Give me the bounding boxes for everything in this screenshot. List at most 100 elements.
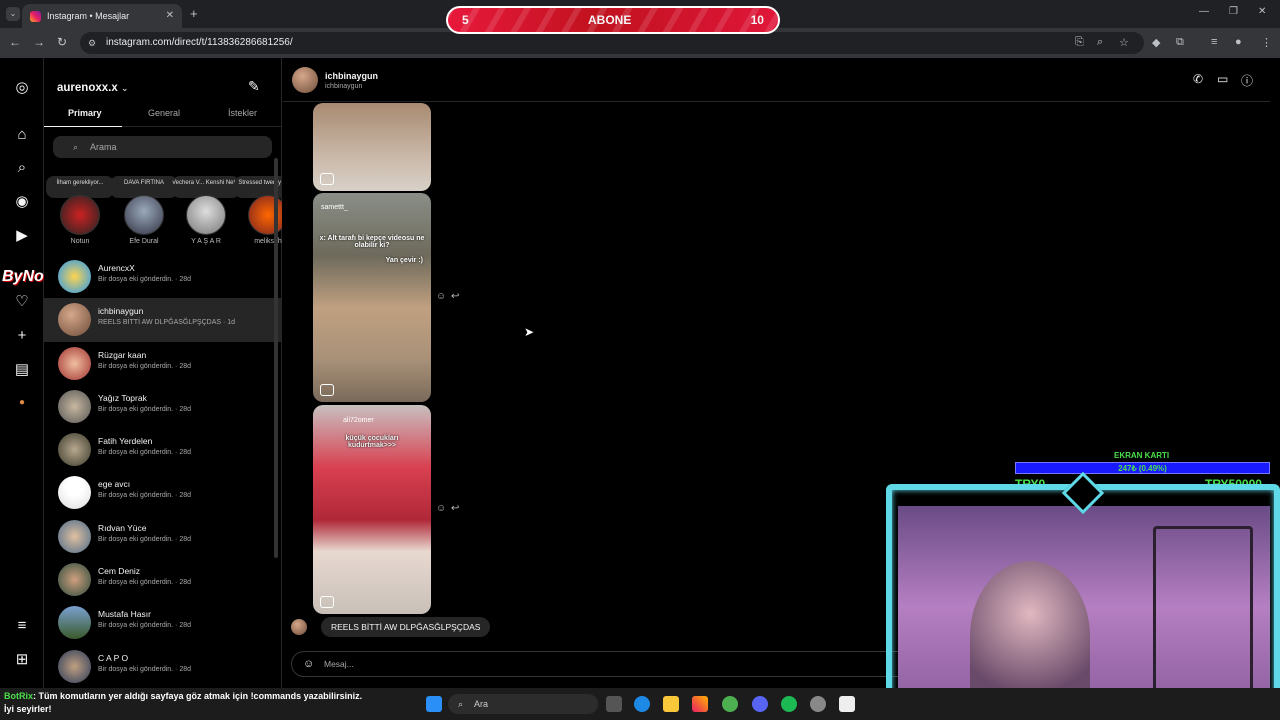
windows-start-icon[interactable] bbox=[426, 696, 442, 712]
goal-label: ABONE bbox=[587, 13, 632, 27]
new-tab-icon[interactable]: + bbox=[190, 6, 198, 21]
chrome-icon[interactable] bbox=[722, 696, 738, 712]
media-icon[interactable]: ≡ bbox=[1211, 36, 1217, 48]
minimize-icon[interactable]: — bbox=[1199, 6, 1209, 17]
react-emoji-icon[interactable]: ☺ bbox=[436, 503, 446, 514]
tab-primary[interactable]: Primary bbox=[68, 108, 102, 118]
taskbar-search[interactable]: ⌕ Ara bbox=[448, 694, 598, 714]
conversation-name: Rıdvan Yüce bbox=[98, 522, 147, 533]
more-menu-icon[interactable]: ≡ bbox=[12, 616, 32, 636]
profile-icon[interactable]: ● bbox=[1235, 36, 1242, 48]
info-icon[interactable]: ⓘ bbox=[1241, 72, 1253, 89]
search-icon[interactable]: ⌕ bbox=[12, 158, 32, 178]
apps-icon[interactable]: ⊞ bbox=[12, 650, 32, 670]
message-bubble[interactable]: REELS BİTTİ AW DLPĞASĞLPŞÇDAS bbox=[321, 617, 491, 637]
edge-icon[interactable] bbox=[634, 696, 650, 712]
close-tab-icon[interactable]: ✕ bbox=[166, 10, 174, 21]
dashboard-icon[interactable]: ▤ bbox=[12, 360, 32, 380]
tab-search-icon[interactable]: ⌄ bbox=[6, 7, 20, 21]
note-name: Efe Dural bbox=[129, 238, 159, 245]
bookmark-star-icon[interactable]: ☆ bbox=[1119, 36, 1129, 49]
conversation-row[interactable]: Mustafa Hasır Bir dosya eki gönderdin. ·… bbox=[44, 601, 282, 644]
profile-avatar-icon[interactable]: ● bbox=[12, 393, 32, 413]
reload-icon[interactable]: ↻ bbox=[57, 35, 67, 49]
menu-dots-icon[interactable]: ⋮ bbox=[1261, 36, 1272, 49]
site-info-icon[interactable]: ⚙ bbox=[88, 38, 96, 49]
chevron-down-icon: ⌄ bbox=[120, 83, 129, 93]
conversation-name: Cem Deniz bbox=[98, 566, 141, 577]
phone-icon[interactable]: ✆ bbox=[1193, 72, 1203, 86]
avatar bbox=[58, 260, 91, 293]
puzzle-icon[interactable]: ⧉ bbox=[1176, 36, 1184, 49]
reel-attachment[interactable] bbox=[313, 103, 431, 191]
close-window-icon[interactable]: ✕ bbox=[1258, 6, 1266, 17]
reel-attachment[interactable]: samettt_ x: Alt tarafı bi kepçe videosu … bbox=[313, 193, 431, 402]
account-username: aurenoxx.x bbox=[57, 82, 118, 94]
message-placeholder: Mesaj... bbox=[324, 659, 354, 669]
avatar bbox=[58, 476, 91, 510]
reel-attachment[interactable]: ali72omer küçük çocukları kudurtmak>>> bbox=[313, 405, 431, 614]
reel-username: ali72omer bbox=[343, 417, 374, 424]
note-item[interactable]: İlham gerekliyor... Notun bbox=[46, 176, 114, 245]
browser-tab[interactable]: Instagram • Mesajlar ✕ bbox=[22, 4, 182, 28]
url-field[interactable]: instagram.com/direct/t/113836286681256/ bbox=[80, 32, 1144, 54]
reels-icon[interactable]: ▶ bbox=[12, 226, 32, 246]
gpu-goal-bar: 247₺ (0.49%) bbox=[1015, 462, 1270, 474]
tab-requests[interactable]: İstekler bbox=[228, 108, 257, 118]
note-item[interactable]: DAVA FIRTINA Efe Dural bbox=[110, 176, 178, 245]
file-explorer-icon[interactable] bbox=[663, 696, 679, 712]
app-icon[interactable] bbox=[839, 696, 855, 712]
avatar bbox=[58, 433, 91, 467]
reel-icon bbox=[320, 596, 334, 608]
instagram-logo-icon[interactable]: ◎ bbox=[12, 78, 32, 98]
zoom-icon[interactable]: ⌕ bbox=[1097, 36, 1103, 49]
conversation-row-selected[interactable]: ichbinaygun REELS BİTTİ AW DLPĞASĞLPŞÇDA… bbox=[44, 298, 282, 342]
reel-username: samettt_ bbox=[321, 204, 348, 211]
forward-icon[interactable]: → bbox=[33, 35, 45, 49]
conversation-row[interactable]: Cem Deniz Bir dosya eki gönderdin. · 28d bbox=[44, 558, 282, 601]
conversation-name: Yağız Toprak bbox=[98, 392, 147, 403]
conversation-row[interactable]: Rüzgar kaan Bir dosya eki gönderdin. · 2… bbox=[44, 342, 282, 385]
discord-icon[interactable] bbox=[752, 696, 768, 712]
tab-title: Instagram • Mesajlar bbox=[47, 11, 130, 21]
search-input[interactable]: ⌕ Arama bbox=[53, 136, 272, 158]
message-input[interactable]: ☺ Mesaj... bbox=[291, 651, 911, 677]
home-icon[interactable]: ⌂ bbox=[12, 125, 32, 145]
reply-icon[interactable]: ↩ bbox=[451, 503, 459, 514]
explore-icon[interactable]: ◉ bbox=[12, 192, 32, 212]
reel-icon bbox=[320, 384, 334, 396]
chat-title[interactable]: ichbinaygun bbox=[325, 71, 378, 81]
conversation-name: Fatih Yerdelen bbox=[98, 436, 153, 447]
conversation-name: AurencxX bbox=[98, 263, 135, 273]
inbox-tabs: Primary General İstekler bbox=[44, 108, 282, 128]
conversation-row[interactable]: Rıdvan Yüce Bir dosya eki gönderdin. · 2… bbox=[44, 515, 282, 558]
account-switcher[interactable]: aurenoxx.x ⌄ bbox=[57, 82, 128, 94]
conversation-row[interactable]: ege avcı Bir dosya eki gönderdin. · 28d bbox=[44, 471, 282, 514]
conversation-row[interactable]: AurencxX Bir dosya eki gönderdin. · 28d bbox=[44, 255, 282, 298]
react-emoji-icon[interactable]: ☺ bbox=[436, 291, 446, 302]
conversation-preview: Bir dosya eki gönderdin. · 28d bbox=[98, 492, 191, 500]
spotify-icon[interactable] bbox=[781, 696, 797, 712]
extension-icon[interactable]: ◆ bbox=[1152, 36, 1160, 49]
task-view-icon[interactable] bbox=[606, 696, 622, 712]
install-icon[interactable]: ⎘ bbox=[1075, 36, 1084, 49]
maximize-icon[interactable]: ❐ bbox=[1229, 6, 1238, 17]
conversation-row[interactable]: C A P O Bir dosya eki gönderdin. · 28d bbox=[44, 645, 282, 688]
avatar[interactable] bbox=[292, 67, 318, 93]
conversation-row[interactable]: Yağız Toprak Bir dosya eki gönderdin. · … bbox=[44, 385, 282, 428]
app-icon[interactable] bbox=[810, 696, 826, 712]
reply-icon[interactable]: ↩ bbox=[451, 291, 459, 302]
conversation-row[interactable]: Fatih Yerdelen Bir dosya eki gönderdin. … bbox=[44, 428, 282, 471]
new-message-icon[interactable]: ✎ bbox=[248, 78, 260, 95]
tab-general[interactable]: General bbox=[148, 108, 180, 118]
back-icon[interactable]: ← bbox=[9, 35, 21, 49]
search-icon: ⌕ bbox=[73, 142, 79, 152]
instagram-favicon-icon bbox=[30, 10, 41, 22]
note-item[interactable]: Vechera V... Kenshi Nett. al... Y A Ş A … bbox=[172, 176, 240, 245]
app-icon[interactable] bbox=[692, 696, 708, 712]
sidebar-scrollbar[interactable] bbox=[274, 158, 278, 558]
video-icon[interactable]: ▭ bbox=[1217, 72, 1228, 86]
create-plus-icon[interactable]: + bbox=[12, 326, 32, 346]
emoji-icon[interactable]: ☺ bbox=[303, 652, 314, 676]
notifications-heart-icon[interactable]: ♡ bbox=[12, 292, 32, 312]
